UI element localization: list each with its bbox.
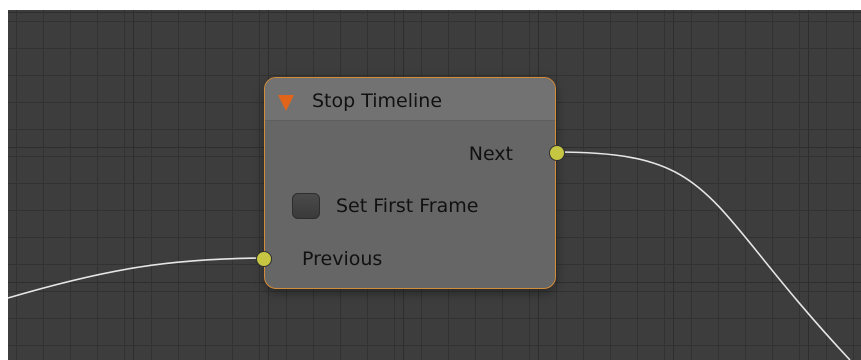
- previous-socket-label: Previous: [302, 248, 383, 270]
- input-link-wire: [7, 257, 264, 299]
- set-first-frame-checkbox[interactable]: [292, 193, 320, 219]
- set-first-frame-label: Set First Frame: [336, 195, 479, 217]
- next-socket-label: Next: [468, 143, 513, 165]
- output-link-wire: [555, 151, 851, 360]
- previous-input-socket[interactable]: [256, 251, 272, 267]
- next-output-socket[interactable]: [549, 145, 565, 161]
- stop-timeline-node[interactable]: Stop Timeline Next Set First Frame Previ…: [264, 77, 556, 289]
- collapse-triangle-icon[interactable]: [278, 95, 294, 111]
- node-title: Stop Timeline: [312, 90, 443, 112]
- node-header[interactable]: Stop Timeline: [265, 78, 555, 121]
